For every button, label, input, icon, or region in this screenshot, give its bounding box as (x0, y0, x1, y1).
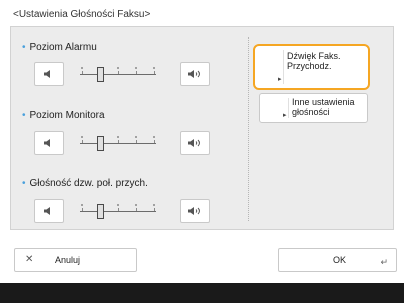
arrow-right-icon: ▸ (278, 76, 282, 83)
alarm-volume-up-button[interactable] (180, 62, 210, 86)
section-alarm-level: • Poziom Alarmu (22, 42, 97, 53)
bullet-icon: • (22, 42, 26, 53)
slider-thumb[interactable] (97, 204, 104, 219)
speaker-low-icon (43, 138, 55, 148)
button-label: Dźwięk Faks. Przychodz. (287, 51, 341, 71)
slider-tick (118, 208, 119, 211)
slider-tick (154, 208, 155, 211)
alarm-level-slider[interactable] (76, 62, 160, 86)
slider-tick (82, 140, 83, 143)
slider-step-dot (81, 204, 83, 206)
arrow-right-icon: ▸ (283, 112, 287, 119)
page-title: <Ustawienia Głośności Faksu> (13, 9, 151, 20)
slider-step-dot (81, 136, 83, 138)
slider-tick (82, 71, 83, 74)
close-icon: ✕ (25, 254, 34, 265)
slider-step-dot (117, 67, 119, 69)
ok-button[interactable]: OK ↵ (278, 248, 397, 272)
ok-label: OK (333, 255, 347, 265)
slider-step-dot (135, 204, 137, 206)
monitor-level-slider[interactable] (76, 131, 160, 155)
slider-step-dot (135, 136, 137, 138)
enter-icon: ↵ (380, 257, 388, 267)
slider-tick (136, 140, 137, 143)
slider-thumb[interactable] (97, 67, 104, 82)
slider-tick (154, 71, 155, 74)
slider-tick (82, 208, 83, 211)
ring-volume-slider[interactable] (76, 199, 160, 223)
cancel-label: Anuluj (55, 255, 81, 265)
bullet-icon: • (22, 178, 26, 189)
slider-step-dot (135, 67, 137, 69)
slider-tick (118, 71, 119, 74)
speaker-high-icon (187, 206, 203, 216)
panel-divider (248, 37, 249, 221)
slider-tick (154, 140, 155, 143)
monitor-volume-up-button[interactable] (180, 131, 210, 155)
speaker-high-icon (187, 69, 203, 79)
section-monitor-level: • Poziom Monitora (22, 110, 105, 121)
slider-step-dot (81, 67, 83, 69)
slider-step-dot (153, 67, 155, 69)
speaker-low-icon (43, 69, 55, 79)
speaker-low-icon (43, 206, 55, 216)
section-label: Poziom Monitora (29, 110, 105, 121)
section-label: Poziom Alarmu (29, 42, 97, 53)
bullet-icon: • (22, 110, 26, 121)
slider-thumb[interactable] (97, 136, 104, 151)
other-volume-settings-button[interactable]: Inne ustawienia głośności ▸ (259, 93, 368, 123)
slider-tick (136, 208, 137, 211)
slider-step-dot (117, 204, 119, 206)
slider-tick (118, 140, 119, 143)
incoming-fax-sound-button[interactable]: Dźwięk Faks. Przychodz. ▸ (253, 44, 370, 90)
slider-step-dot (153, 136, 155, 138)
section-incoming-ring-volume: • Głośność dzw. poł. przych. (22, 178, 148, 189)
ring-volume-up-button[interactable] (180, 199, 210, 223)
slider-step-dot (117, 136, 119, 138)
slider-tick (136, 71, 137, 74)
speaker-high-icon (187, 138, 203, 148)
section-label: Głośność dzw. poł. przych. (29, 178, 148, 189)
ring-volume-down-button[interactable] (34, 199, 64, 223)
alarm-volume-down-button[interactable] (34, 62, 64, 86)
cancel-button[interactable]: ✕ Anuluj (14, 248, 137, 272)
slider-step-dot (153, 204, 155, 206)
button-label: Inne ustawienia głośności (292, 97, 355, 117)
status-bar (0, 283, 404, 303)
monitor-volume-down-button[interactable] (34, 131, 64, 155)
